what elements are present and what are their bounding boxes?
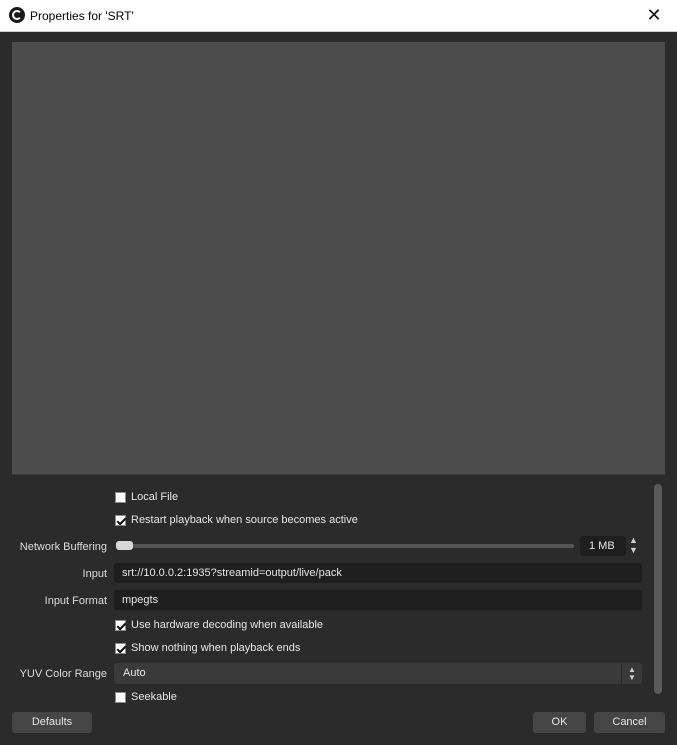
input-label: Input: [82, 568, 107, 580]
input-field[interactable]: srt://10.0.0.2:1935?streamid=output/live…: [114, 563, 642, 583]
scrollbar-thumb[interactable]: [654, 484, 662, 694]
title-bar: Properties for 'SRT' ✕: [0, 0, 677, 32]
properties-scrollbar[interactable]: [654, 484, 662, 694]
preview-divider: [12, 474, 665, 475]
local-file-check-box[interactable]: [115, 491, 126, 503]
hw-decoding-label: Use hardware decoding when available: [131, 619, 324, 631]
hw-decoding-checkbox[interactable]: Use hardware decoding when available: [115, 619, 323, 631]
show-nothing-label: Show nothing when playback ends: [131, 642, 301, 654]
network-buffering-label: Network Buffering: [19, 541, 107, 553]
properties-panel: Local File Restart playback when source …: [0, 484, 677, 704]
source-preview: [12, 42, 665, 474]
network-buffering-slider[interactable]: [116, 541, 574, 550]
restart-playback-label: Restart playback when source becomes act…: [131, 514, 358, 526]
show-nothing-checkbox[interactable]: Show nothing when playback ends: [115, 642, 300, 654]
seekable-label: Seekable: [131, 691, 177, 703]
chevron-down-icon[interactable]: ▼: [629, 546, 638, 555]
slider-handle[interactable]: [116, 541, 133, 550]
restart-playback-check-box[interactable]: [115, 514, 126, 526]
close-icon: ✕: [646, 5, 662, 25]
yuv-color-range-value: Auto: [123, 667, 146, 679]
yuv-color-range-select[interactable]: Auto ▲ ▼: [114, 663, 642, 684]
close-button[interactable]: ✕: [631, 0, 677, 31]
spinbox-arrows[interactable]: ▲ ▼: [626, 536, 642, 556]
chevron-updown-icon: ▲ ▼: [621, 663, 642, 684]
local-file-label: Local File: [131, 491, 179, 503]
chevron-up-icon[interactable]: ▲: [629, 536, 638, 545]
input-format-label: Input Format: [44, 595, 107, 607]
seekable-check-box[interactable]: [115, 691, 126, 703]
seekable-checkbox[interactable]: Seekable: [115, 691, 177, 703]
hw-decoding-check-box[interactable]: [115, 619, 126, 631]
ok-button[interactable]: OK: [533, 712, 586, 733]
defaults-button[interactable]: Defaults: [12, 712, 92, 733]
window-title: Properties for 'SRT': [30, 9, 134, 23]
input-format-field[interactable]: mpegts: [114, 590, 642, 610]
local-file-checkbox[interactable]: Local File: [115, 491, 178, 503]
restart-playback-checkbox[interactable]: Restart playback when source becomes act…: [115, 514, 358, 526]
obs-logo-icon: [9, 7, 25, 23]
cancel-button[interactable]: Cancel: [594, 712, 665, 733]
show-nothing-check-box[interactable]: [115, 642, 126, 654]
network-buffering-spinbox[interactable]: 1 MB: [580, 536, 626, 556]
yuv-color-range-label: YUV Color Range: [19, 668, 107, 680]
